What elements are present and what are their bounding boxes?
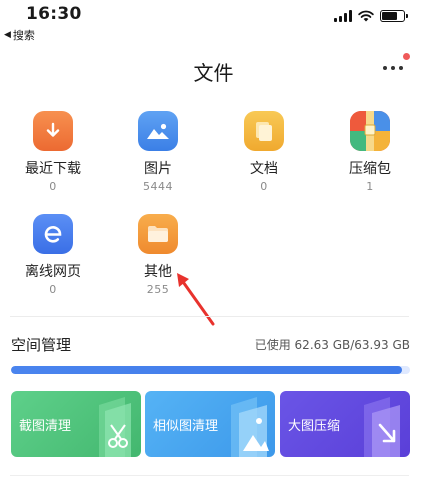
- tool-label: 大图压缩: [288, 419, 341, 434]
- category-label: 文档: [250, 161, 278, 177]
- status-bar: 16:30: [0, 0, 427, 28]
- category-count: 0: [49, 283, 57, 296]
- storage-usage-bar: [11, 366, 410, 374]
- bottom-divider: [10, 475, 409, 476]
- category-count: 0: [260, 180, 268, 193]
- category-images[interactable]: 图片 5444: [118, 111, 198, 193]
- category-label: 图片: [144, 161, 172, 177]
- download-icon: [33, 111, 73, 151]
- similar-images-icon: [231, 397, 269, 457]
- screenshot-cleanup-card[interactable]: 截图清理: [11, 391, 141, 457]
- storage-usage-fill: [11, 366, 403, 374]
- category-label: 压缩包: [349, 161, 391, 177]
- document-icon: [244, 111, 284, 151]
- back-to-search-link[interactable]: ◀ 搜索: [4, 27, 35, 43]
- large-image-compress-card[interactable]: 大图压缩: [280, 391, 410, 457]
- annotation-arrow-icon: [177, 273, 215, 326]
- more-options-button[interactable]: [383, 53, 410, 78]
- offline-web-icon: [33, 214, 73, 254]
- category-label: 离线网页: [25, 264, 81, 280]
- category-label: 最近下载: [25, 161, 81, 177]
- compress-icon: [364, 397, 400, 457]
- category-recent-downloads[interactable]: 最近下载 0: [13, 111, 93, 193]
- notification-dot: [403, 53, 410, 60]
- more-icon: [383, 66, 403, 70]
- signal-icon: [334, 10, 352, 22]
- category-count: 5444: [143, 180, 173, 193]
- tool-label: 相似图清理: [153, 419, 219, 434]
- archive-icon: [350, 111, 390, 151]
- storage-usage-text: 已使用 62.63 GB/63.93 GB: [254, 338, 410, 352]
- folder-icon: [138, 214, 178, 254]
- category-offline-webpages[interactable]: 离线网页 0: [13, 214, 93, 296]
- back-arrow-icon: ◀: [4, 30, 11, 40]
- category-documents[interactable]: 文档 0: [224, 111, 304, 193]
- battery-icon: [380, 10, 408, 22]
- scissors-icon: [99, 397, 131, 457]
- category-count: 0: [49, 180, 57, 193]
- category-count: 1: [366, 180, 374, 193]
- back-label: 搜索: [12, 29, 35, 42]
- status-icons: [334, 10, 408, 22]
- storage-section-title: 空间管理: [11, 336, 72, 354]
- page-title: 文件: [193, 61, 234, 85]
- divider: [10, 316, 409, 317]
- image-icon: [138, 111, 178, 151]
- category-archives[interactable]: 压缩包 1: [330, 111, 410, 193]
- similar-images-cleanup-card[interactable]: 相似图清理: [145, 391, 275, 457]
- status-time: 16:30: [26, 4, 82, 24]
- tool-label: 截图清理: [19, 419, 72, 434]
- wifi-icon: [358, 10, 374, 22]
